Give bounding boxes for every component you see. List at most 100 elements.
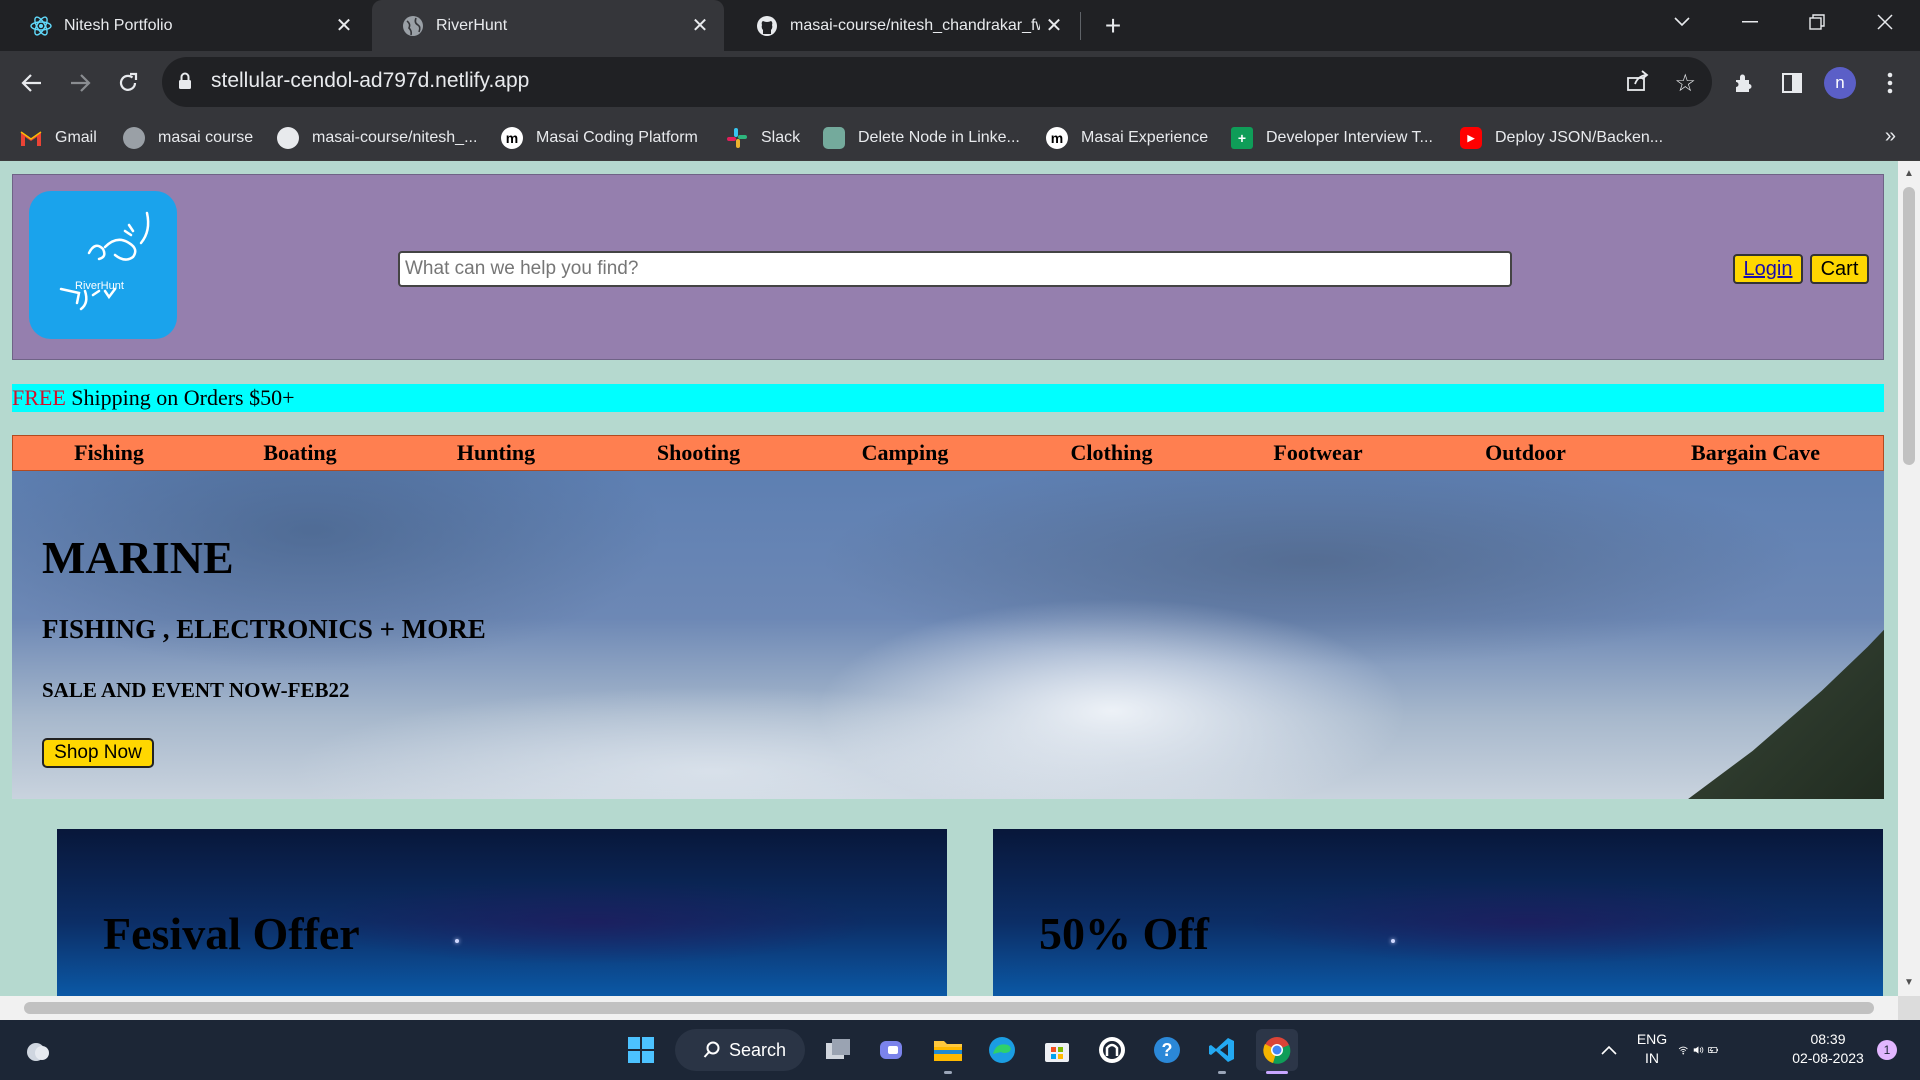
bookmarks-bar: Gmail masai course masai-course/nitesh_.… bbox=[0, 115, 1920, 161]
globe-icon bbox=[123, 127, 145, 149]
bookmark-masai-coding-platform[interactable]: m Masai Coding Platform bbox=[501, 125, 698, 151]
clock[interactable]: 08:39 02-08-2023 bbox=[1782, 1030, 1874, 1068]
nav-item-bargain-cave[interactable]: Bargain Cave bbox=[1628, 436, 1883, 470]
promo-text: Shipping on Orders $50+ bbox=[65, 385, 295, 410]
profile-avatar[interactable]: n bbox=[1824, 67, 1856, 99]
hero-subtitle: FISHING , ELECTRONICS + MORE bbox=[42, 614, 486, 644]
vertical-scrollbar[interactable]: ▲ ▼ bbox=[1898, 161, 1920, 996]
star-glow bbox=[455, 939, 459, 943]
bookmark-label: masai-course/nitesh_... bbox=[312, 129, 478, 146]
back-icon[interactable] bbox=[14, 65, 50, 101]
bookmark-label: Slack bbox=[761, 129, 801, 146]
nav-item-outdoor[interactable]: Outdoor bbox=[1423, 436, 1628, 470]
tab-title: RiverHunt bbox=[436, 16, 508, 34]
address-bar[interactable]: stellular-cendol-ad797d.netlify.app ☆ bbox=[162, 57, 1712, 107]
nav-item-boating[interactable]: Boating bbox=[205, 436, 395, 470]
teams-chat-icon[interactable] bbox=[871, 1029, 913, 1071]
minimize-icon[interactable] bbox=[1720, 0, 1780, 44]
nav-item-footwear[interactable]: Footwear bbox=[1213, 436, 1423, 470]
bookmark-github-repo[interactable]: masai-course/nitesh_... bbox=[277, 125, 477, 151]
bookmark-slack[interactable]: Slack bbox=[726, 125, 800, 151]
show-hidden-icons-chevron[interactable] bbox=[1588, 1029, 1630, 1071]
edge-browser-icon[interactable] bbox=[981, 1029, 1023, 1071]
bookmark-label: Delete Node in Linke... bbox=[858, 129, 1020, 146]
tab-search-chevron-icon[interactable] bbox=[1652, 0, 1712, 44]
bookmark-delete-node[interactable]: Delete Node in Linke... bbox=[823, 125, 1020, 151]
nav-item-hunting[interactable]: Hunting bbox=[395, 436, 597, 470]
bookmark-label: masai course bbox=[158, 129, 254, 146]
close-tab-icon[interactable]: ✕ bbox=[686, 12, 714, 40]
nav-item-shooting[interactable]: Shooting bbox=[597, 436, 800, 470]
share-icon[interactable] bbox=[1626, 70, 1650, 97]
url-text[interactable]: stellular-cendol-ad797d.netlify.app bbox=[211, 69, 529, 93]
help-icon[interactable]: ? bbox=[1146, 1029, 1188, 1071]
gmail-icon bbox=[20, 127, 42, 149]
shop-now-button[interactable]: Shop Now bbox=[42, 738, 154, 768]
sheets-icon: + bbox=[1231, 127, 1253, 149]
scroll-up-icon[interactable]: ▲ bbox=[1903, 168, 1915, 180]
system-tray-status[interactable] bbox=[1678, 1029, 1720, 1071]
microsoft-store-icon[interactable] bbox=[1036, 1029, 1078, 1071]
offer-card-festival[interactable]: Fesival Offer bbox=[57, 829, 947, 996]
bookmark-star-icon[interactable]: ☆ bbox=[1674, 69, 1696, 98]
menu-kebab-icon[interactable] bbox=[1872, 65, 1908, 101]
reload-icon[interactable] bbox=[110, 65, 146, 101]
close-tab-icon[interactable]: ✕ bbox=[1040, 12, 1068, 40]
bookmark-label: Developer Interview T... bbox=[1266, 129, 1433, 146]
close-tab-icon[interactable]: ✕ bbox=[330, 12, 358, 40]
search-icon bbox=[703, 1041, 720, 1058]
tab-riverhunt[interactable]: RiverHunt ✕ bbox=[372, 0, 724, 51]
more-bookmarks-button[interactable]: » bbox=[1885, 125, 1896, 148]
browser-toolbar: stellular-cendol-ad797d.netlify.app ☆ n bbox=[0, 51, 1920, 115]
app-circle-icon[interactable] bbox=[1091, 1029, 1133, 1071]
restore-icon[interactable] bbox=[1787, 0, 1847, 44]
clock-date: 02-08-2023 bbox=[1792, 1050, 1864, 1066]
tab-title: masai-course/nitesh_chandrakar_fw... bbox=[790, 16, 1040, 34]
running-indicator bbox=[944, 1071, 952, 1074]
chatgpt-icon bbox=[823, 127, 845, 149]
vertical-scroll-thumb[interactable] bbox=[1903, 187, 1915, 465]
new-tab-button[interactable]: + bbox=[1096, 10, 1130, 42]
cart-button[interactable]: Cart bbox=[1810, 254, 1869, 284]
taskbar-search-button[interactable]: Search bbox=[675, 1029, 805, 1071]
extensions-icon[interactable] bbox=[1726, 65, 1762, 101]
forward-icon[interactable] bbox=[62, 65, 98, 101]
hero-banner: MARINE FISHING , ELECTRONICS + MORE SALE… bbox=[12, 471, 1884, 799]
nav-item-fishing[interactable]: Fishing bbox=[13, 436, 205, 470]
bookmark-masai-course[interactable]: masai course bbox=[123, 125, 253, 151]
weather-icon[interactable] bbox=[16, 1029, 58, 1071]
active-indicator bbox=[1266, 1071, 1288, 1074]
language-code: ENG bbox=[1636, 1031, 1668, 1047]
bookmark-label: Deploy JSON/Backen... bbox=[1495, 129, 1664, 146]
vscode-icon[interactable] bbox=[1201, 1029, 1243, 1071]
nav-item-clothing[interactable]: Clothing bbox=[1010, 436, 1213, 470]
tab-nitesh-portfolio[interactable]: Nitesh Portfolio ✕ bbox=[0, 0, 368, 51]
offer-card-discount[interactable]: 50% Off bbox=[993, 829, 1883, 996]
riverhunt-logo[interactable]: RiverHunt bbox=[29, 191, 177, 339]
chrome-icon[interactable] bbox=[1256, 1029, 1298, 1071]
file-explorer-icon[interactable] bbox=[927, 1029, 969, 1071]
input-language[interactable]: ENG IN bbox=[1630, 1030, 1674, 1068]
horizontal-scrollbar[interactable] bbox=[0, 996, 1898, 1020]
bookmark-masai-experience[interactable]: m Masai Experience bbox=[1046, 125, 1208, 151]
bookmark-label: Gmail bbox=[55, 129, 97, 146]
bookmark-developer-interview[interactable]: + Developer Interview T... bbox=[1231, 125, 1433, 151]
site-header: RiverHunt Login Cart bbox=[12, 174, 1884, 360]
close-window-icon[interactable] bbox=[1855, 0, 1915, 44]
site-search-input[interactable] bbox=[398, 251, 1512, 287]
windows-start-icon[interactable] bbox=[620, 1029, 662, 1071]
tab-github-repo[interactable]: masai-course/nitesh_chandrakar_fw... ✕ bbox=[726, 0, 1078, 51]
task-view-icon[interactable] bbox=[817, 1029, 859, 1071]
notification-badge[interactable]: 1 bbox=[1877, 1040, 1897, 1060]
login-button[interactable]: Login bbox=[1733, 254, 1803, 284]
offer-card-title: Fesival Offer bbox=[103, 908, 360, 959]
bookmark-label: Masai Experience bbox=[1081, 129, 1209, 146]
clock-time: 08:39 bbox=[1810, 1031, 1846, 1047]
nav-item-camping[interactable]: Camping bbox=[800, 436, 1010, 470]
scroll-down-icon[interactable]: ▼ bbox=[1903, 977, 1915, 989]
bookmark-deploy-json[interactable]: ▶ Deploy JSON/Backen... bbox=[1460, 125, 1663, 151]
lock-icon[interactable] bbox=[178, 72, 192, 95]
horizontal-scroll-thumb[interactable] bbox=[24, 1002, 1874, 1014]
side-panel-icon[interactable] bbox=[1774, 65, 1810, 101]
bookmark-gmail[interactable]: Gmail bbox=[20, 125, 97, 151]
